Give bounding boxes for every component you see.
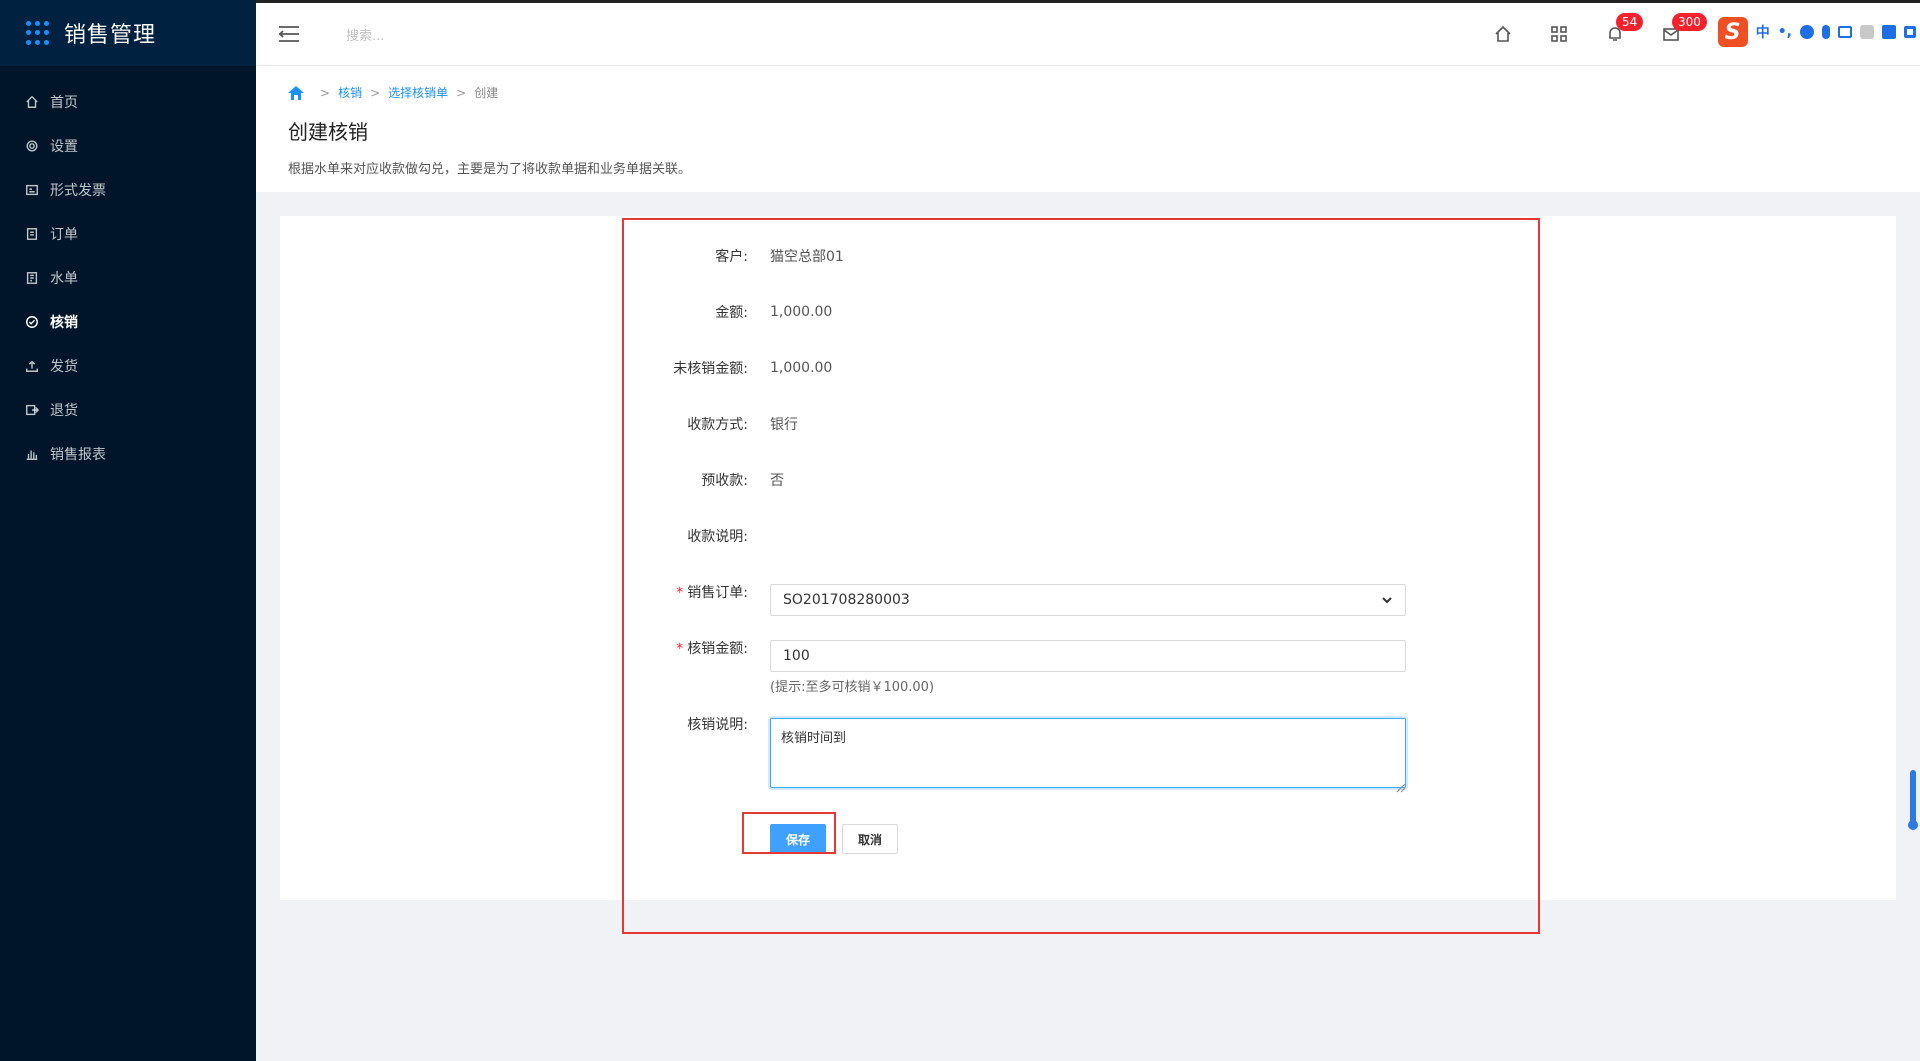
- home-nav-icon[interactable]: [1494, 25, 1514, 45]
- writeoff-amount-hint: (提示:至多可核销￥100.00): [770, 680, 935, 695]
- amount-value: 1,000.00: [770, 304, 833, 320]
- writeoff-note-textarea[interactable]: 核销时间到: [770, 718, 1406, 788]
- ime-language[interactable]: 中: [1756, 22, 1770, 42]
- customer-value: 猫空总部01: [770, 249, 844, 265]
- sidebar-item-label: 首页: [50, 95, 78, 111]
- sales-order-select[interactable]: SO201708280003: [770, 584, 1406, 616]
- payment-note-label: 收款说明:: [687, 529, 748, 545]
- breadcrumb-link-writeoff[interactable]: 核销: [338, 84, 362, 101]
- prepayment-label: 预收款:: [701, 473, 748, 489]
- sidebar-item-home[interactable]: 首页: [0, 80, 256, 124]
- app-title: 销售管理: [64, 23, 157, 48]
- notification-badge: 54: [1616, 13, 1644, 31]
- sidebar-item-label: 退货: [50, 403, 78, 419]
- keyboard-icon[interactable]: [1838, 26, 1852, 38]
- sidebar-item-label: 水单: [50, 271, 78, 287]
- sidebar-item-settings[interactable]: 设置: [0, 124, 256, 168]
- cancel-button[interactable]: 取消: [842, 824, 898, 854]
- menu-toggle-icon[interactable]: [278, 25, 300, 43]
- grid-icon[interactable]: [1550, 25, 1570, 45]
- chevron-down-icon: [1381, 594, 1393, 606]
- emoji-icon[interactable]: [1800, 25, 1814, 39]
- skin-icon[interactable]: [1882, 25, 1896, 39]
- return-icon: [24, 402, 40, 418]
- breadcrumb-separator: >: [320, 85, 331, 100]
- microphone-icon[interactable]: [1822, 25, 1830, 39]
- receipt-icon: [24, 270, 40, 286]
- breadcrumb-link-select-writeoff[interactable]: 选择核销单: [388, 84, 448, 101]
- breadcrumb-current: 创建: [474, 86, 499, 100]
- breadcrumb: > 核销 > 选择核销单 > 创建: [288, 84, 498, 101]
- required-mark: *: [676, 585, 684, 601]
- sidebar-nav: 首页 设置 形式发票 订单 水单 核销 发货 退货 销售报表: [0, 80, 256, 476]
- sales-order-label-wrap: * 销售订单:: [280, 582, 748, 602]
- toolbox-icon[interactable]: [1904, 26, 1916, 38]
- form-card: 客户: 猫空总部01 金额: 1,000.00 未核销金额: 1,000.00 …: [280, 216, 1896, 900]
- bell-icon[interactable]: 54: [1606, 13, 1644, 45]
- sidebar-item-writeoff[interactable]: 核销: [0, 300, 256, 344]
- page-title: 创建核销: [288, 120, 368, 144]
- home-icon[interactable]: [288, 85, 304, 100]
- payment-method-label: 收款方式:: [687, 417, 748, 433]
- writeoff-amount-label: 核销金额:: [687, 641, 748, 657]
- check-circle-icon: [24, 314, 40, 330]
- prepayment-value: 否: [770, 473, 784, 489]
- required-mark: *: [676, 641, 684, 657]
- breadcrumb-separator: >: [456, 85, 467, 100]
- writeoff-amount-input[interactable]: 100: [770, 640, 1406, 672]
- customer-label: 客户:: [715, 249, 748, 265]
- gear-icon: [24, 138, 40, 154]
- sales-order-selected: SO201708280003: [783, 592, 910, 608]
- ime-punctuation[interactable]: •,: [1778, 24, 1792, 40]
- sidebar-item-sales-report[interactable]: 销售报表: [0, 432, 256, 476]
- page-description: 根据水单来对应收款做勾兑，主要是为了将收款单据和业务单据关联。: [288, 162, 692, 177]
- page-header: > 核销 > 选择核销单 > 创建 创建核销 根据水单来对应收款做勾兑，主要是为…: [256, 66, 1920, 192]
- upload-icon: [24, 358, 40, 374]
- writeoff-amount-label-wrap: * 核销金额:: [280, 638, 748, 658]
- sidebar-item-orders[interactable]: 订单: [0, 212, 256, 256]
- top-header: 54 300 S 中 •,: [256, 0, 1920, 66]
- sidebar-item-shipping[interactable]: 发货: [0, 344, 256, 388]
- brand: 销售管理: [0, 0, 256, 66]
- sidebar-item-label: 销售报表: [50, 447, 106, 463]
- payment-method-value: 银行: [770, 417, 798, 433]
- sidebar-item-label: 设置: [50, 139, 78, 155]
- sidebar-item-label: 订单: [50, 227, 78, 243]
- resize-grip-icon[interactable]: [1396, 778, 1406, 793]
- user-icon[interactable]: [1860, 25, 1874, 39]
- mail-icon[interactable]: 300: [1662, 13, 1707, 45]
- unwritten-amount-label: 未核销金额:: [673, 361, 748, 377]
- amount-label: 金额:: [715, 305, 748, 321]
- apps-grid-icon[interactable]: [26, 21, 50, 45]
- sidebar: 销售管理 首页 设置 形式发票 订单 水单 核销 发货 退货 销售报表: [0, 0, 256, 1061]
- home-icon: [24, 94, 40, 110]
- order-icon: [24, 226, 40, 242]
- sidebar-item-returns[interactable]: 退货: [0, 388, 256, 432]
- save-button[interactable]: 保存: [770, 824, 826, 854]
- invoice-icon: [24, 182, 40, 198]
- sales-order-label: 销售订单:: [687, 585, 748, 601]
- sidebar-item-label: 形式发票: [50, 183, 106, 199]
- writeoff-note-label: 核销说明:: [687, 717, 748, 733]
- unwritten-amount-value: 1,000.00: [770, 360, 833, 376]
- sidebar-item-receipts[interactable]: 水单: [0, 256, 256, 300]
- scrollbar-thumb[interactable]: [1908, 770, 1918, 830]
- search-input[interactable]: [346, 23, 606, 49]
- sidebar-item-proforma-invoice[interactable]: 形式发票: [0, 168, 256, 212]
- breadcrumb-separator: >: [370, 85, 381, 100]
- sidebar-item-label: 发货: [50, 359, 78, 375]
- sogou-logo-icon[interactable]: S: [1717, 17, 1748, 47]
- ime-toolbar: S 中 •,: [1711, 15, 1920, 49]
- sidebar-item-label: 核销: [50, 315, 78, 331]
- bar-chart-icon: [24, 446, 40, 462]
- message-badge: 300: [1672, 13, 1707, 31]
